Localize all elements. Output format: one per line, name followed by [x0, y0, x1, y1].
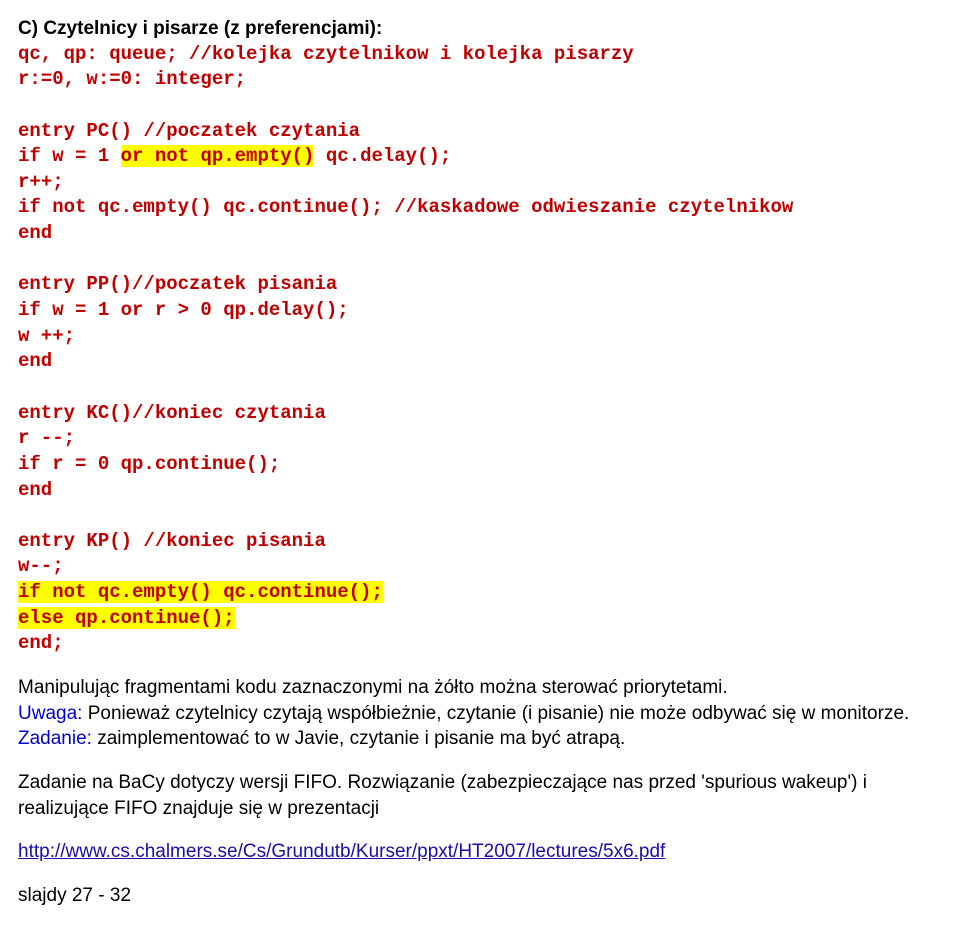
code-line: w ++; — [18, 325, 75, 347]
code-line: end; — [18, 632, 64, 654]
code-line: end — [18, 222, 52, 244]
code-line: r++; — [18, 171, 64, 193]
section-heading: C) Czytelnicy i pisarze (z preferencjami… — [18, 16, 942, 42]
highlight: if not qc.empty() qc.continue(); — [18, 581, 383, 603]
label-uwaga: Uwaga: — [18, 703, 82, 724]
code-line: r --; — [18, 427, 75, 449]
code-line: w--; — [18, 555, 64, 577]
code-line: if w = 1 or r > 0 qp.delay(); — [18, 299, 349, 321]
highlight: or not qp.empty() — [121, 145, 315, 167]
code-line: end — [18, 479, 52, 501]
code-line: entry PP()//poczatek pisania — [18, 273, 337, 295]
paragraph: Manipulując fragmentami kodu zaznaczonym… — [18, 675, 942, 701]
paragraph: Uwaga: Ponieważ czytelnicy czytają współ… — [18, 701, 942, 727]
paragraph: slajdy 27 - 32 — [18, 883, 942, 909]
code-line: if w = 1 or not qp.empty() qc.delay(); — [18, 145, 451, 167]
code-line: entry KC()//koniec czytania — [18, 402, 326, 424]
highlight: else qp.continue(); — [18, 607, 235, 629]
heading-text: C) Czytelnicy i pisarze (z preferencjami… — [18, 18, 382, 39]
paragraph: Zadanie: zaimplementować to w Javie, czy… — [18, 726, 942, 752]
lecture-link[interactable]: http://www.cs.chalmers.se/Cs/Grundutb/Ku… — [18, 841, 665, 862]
code-line: r:=0, w:=0: integer; — [18, 68, 246, 90]
code-line: entry KP() //koniec pisania — [18, 530, 326, 552]
code-block: qc, qp: queue; //kolejka czytelnikow i k… — [18, 42, 942, 657]
link-paragraph: http://www.cs.chalmers.se/Cs/Grundutb/Ku… — [18, 839, 942, 865]
code-line: if not qc.empty() qc.continue(); //kaska… — [18, 196, 793, 218]
label-zadanie: Zadanie: — [18, 728, 92, 749]
code-line: end — [18, 350, 52, 372]
paragraph: Zadanie na BaCy dotyczy wersji FIFO. Roz… — [18, 770, 942, 821]
code-line: if r = 0 qp.continue(); — [18, 453, 280, 475]
code-line: entry PC() //poczatek czytania — [18, 120, 360, 142]
code-line: qc, qp: queue; //kolejka czytelnikow i k… — [18, 43, 634, 65]
